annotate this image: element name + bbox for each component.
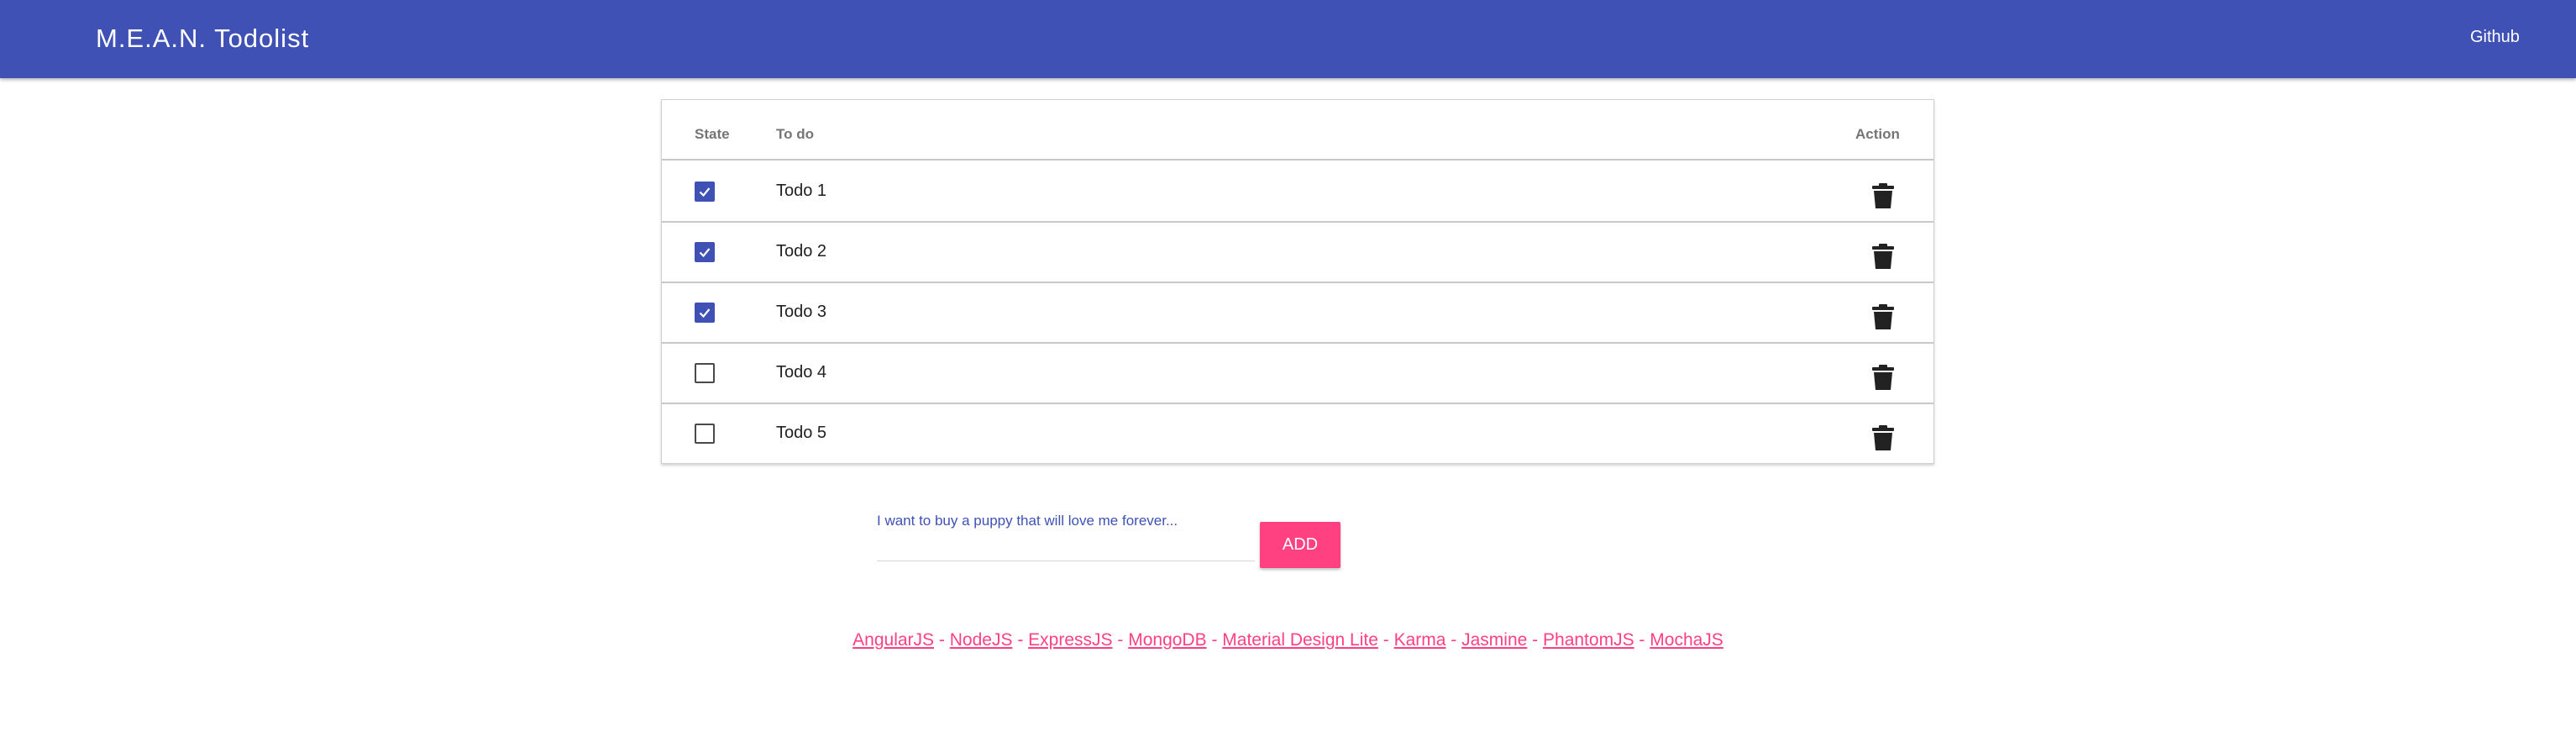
checkbox-checked[interactable] — [695, 303, 715, 323]
trash-icon[interactable] — [1872, 425, 1894, 450]
checkbox-unchecked[interactable] — [695, 424, 715, 444]
checkbox-unchecked[interactable] — [695, 363, 715, 383]
trash-icon[interactable] — [1872, 183, 1894, 208]
footer-link[interactable]: PhantomJS — [1543, 630, 1634, 650]
footer-separator: - — [1451, 630, 1457, 650]
checkbox-checked[interactable] — [695, 242, 715, 262]
footer-links: AngularJS - NodeJS - ExpressJS - MongoDB… — [0, 630, 2576, 650]
todo-text: Todo 5 — [776, 424, 827, 442]
footer-link[interactable]: MochaJS — [1650, 630, 1723, 650]
table-row: Todo 3 — [662, 283, 1933, 344]
trash-icon[interactable] — [1872, 365, 1894, 390]
footer-separator: - — [1017, 630, 1024, 650]
footer-link[interactable]: ExpressJS — [1028, 630, 1112, 650]
footer-separator: - — [1117, 630, 1124, 650]
footer-separator: - — [1382, 630, 1389, 650]
todo-table: State To do Action Todo 1 Todo 2 Todo 3 Tod… — [661, 99, 1934, 464]
table-row: Todo 1 — [662, 162, 1933, 223]
footer-separator: - — [938, 630, 945, 650]
footer-link[interactable]: MongoDB — [1128, 630, 1206, 650]
app-header: M.E.A.N. Todolist Github — [0, 0, 2576, 78]
footer-link[interactable]: Jasmine — [1461, 630, 1527, 650]
todo-text: Todo 1 — [776, 182, 827, 200]
github-link[interactable]: Github — [2470, 28, 2520, 47]
table-header: State To do Action — [662, 100, 1933, 161]
checkbox-checked[interactable] — [695, 182, 715, 202]
app-title[interactable]: M.E.A.N. Todolist — [96, 24, 309, 54]
column-header-action: Action — [1855, 126, 1900, 142]
add-todo-input[interactable] — [877, 509, 1255, 561]
footer-link[interactable]: NodeJS — [950, 630, 1013, 650]
add-todo-form: I want to buy a puppy that will love me … — [877, 509, 1340, 568]
footer-separator: - — [1639, 630, 1645, 650]
table-row: Todo 4 — [662, 344, 1933, 404]
footer-separator: - — [1211, 630, 1218, 650]
table-row: Todo 2 — [662, 223, 1933, 283]
add-button[interactable]: ADD — [1260, 522, 1340, 568]
table-row: Todo 5 — [662, 404, 1933, 465]
footer-separator: - — [1532, 630, 1539, 650]
footer-link[interactable]: AngularJS — [853, 630, 934, 650]
footer-link[interactable]: Material Design Lite — [1222, 630, 1378, 650]
column-header-state: State — [695, 126, 730, 142]
trash-icon[interactable] — [1872, 304, 1894, 329]
column-header-todo: To do — [776, 126, 814, 142]
footer-link[interactable]: Karma — [1394, 630, 1446, 650]
todo-text: Todo 3 — [776, 303, 827, 321]
todo-text: Todo 4 — [776, 363, 827, 382]
todo-text: Todo 2 — [776, 242, 827, 261]
trash-icon[interactable] — [1872, 244, 1894, 269]
